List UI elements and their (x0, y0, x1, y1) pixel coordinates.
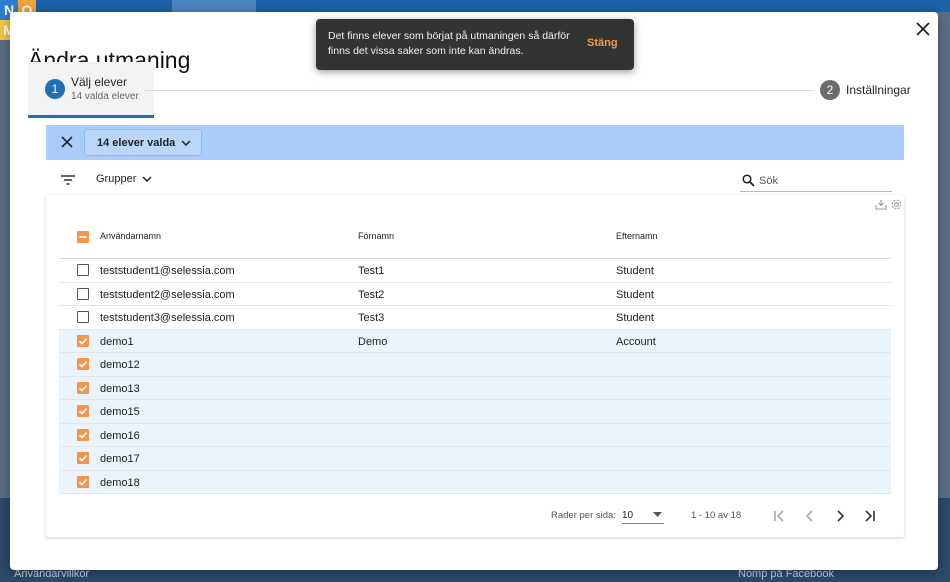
check-icon (78, 384, 88, 392)
column-header-firstname[interactable]: Förnamn (358, 231, 394, 241)
cell-firstname: Test1 (358, 265, 385, 277)
row-checkbox[interactable] (77, 381, 89, 394)
search-icon (742, 174, 755, 187)
table-row[interactable]: demo16 (59, 423, 891, 447)
search-input[interactable] (757, 173, 885, 188)
students-table: Användarnamn Förnamn Efternamn teststude… (59, 214, 891, 494)
search-field (740, 170, 892, 192)
rows-per-page-label: Rader per sida: (551, 510, 616, 521)
cell-username: demo1 (100, 335, 134, 348)
step-settings[interactable]: 2 Inställningar (820, 80, 911, 100)
close-icon[interactable] (912, 18, 934, 40)
row-checkbox[interactable] (77, 428, 89, 441)
table-row[interactable]: teststudent2@selessia.com Test2 Student (59, 283, 891, 306)
background-topbar (0, 0, 950, 12)
check-icon (78, 408, 88, 415)
table-row[interactable]: teststudent3@selessia.com Test3 Student (59, 306, 891, 330)
check-icon (78, 337, 88, 345)
table-row[interactable]: demo17 (59, 447, 891, 471)
table-row[interactable]: teststudent1@selessia.com Test1 Student (59, 259, 891, 283)
row-checkbox[interactable] (77, 475, 89, 488)
cell-lastname: Account (616, 335, 656, 348)
selection-bar: 14 elever valda (46, 125, 904, 160)
groups-dropdown[interactable]: Grupper (96, 173, 152, 185)
step-number-badge: 1 (45, 79, 65, 99)
column-header-username[interactable]: Användarnamn (100, 231, 161, 241)
step-number-badge: 2 (820, 80, 840, 100)
row-checkbox[interactable] (77, 452, 89, 464)
row-checkbox[interactable] (77, 311, 89, 323)
table-row[interactable]: demo1 Demo Account (59, 329, 891, 353)
cell-lastname: Student (616, 312, 654, 324)
chevron-down-icon (181, 139, 191, 146)
step-sublabel: 14 valda elever (71, 91, 139, 102)
groups-label: Grupper (96, 173, 137, 185)
table-toolbar (875, 199, 902, 210)
step-label: Välj elever (71, 75, 128, 89)
row-checkbox[interactable] (77, 287, 89, 300)
next-page-icon[interactable] (832, 508, 848, 524)
check-icon (78, 478, 88, 486)
row-checkbox[interactable] (77, 405, 89, 417)
cell-firstname: Demo (358, 335, 388, 348)
selected-students-dropdown[interactable]: 14 elever valda (84, 129, 202, 156)
cell-username: demo17 (100, 453, 140, 465)
cell-lastname: Student (616, 288, 654, 301)
stepper-connector (144, 90, 814, 91)
cell-lastname: Student (616, 265, 654, 277)
pagination: Rader per sida: 10 1 - 10 av 18 (46, 506, 904, 526)
cell-username: demo13 (100, 382, 140, 395)
check-icon (78, 455, 88, 462)
last-page-icon[interactable] (862, 508, 878, 524)
toast-close-button[interactable]: Stäng (587, 37, 618, 49)
students-table-card: Användarnamn Förnamn Efternamn teststude… (46, 195, 904, 537)
clear-selection-icon[interactable] (60, 135, 74, 149)
table-header-row: Användarnamn Förnamn Efternamn (59, 214, 891, 259)
gear-icon[interactable] (891, 199, 902, 210)
table-row[interactable]: demo15 (59, 400, 891, 424)
rows-per-page-select[interactable]: 10 (622, 506, 664, 524)
caret-down-icon (653, 512, 662, 517)
table-row[interactable]: demo13 (59, 376, 891, 400)
cell-username: demo15 (100, 406, 140, 418)
check-icon (78, 361, 88, 368)
selected-count-label: 14 elever valda (97, 136, 176, 149)
row-checkbox[interactable] (77, 264, 89, 276)
table-body: teststudent1@selessia.com Test1 Student tes… (59, 259, 891, 494)
select-all-checkbox[interactable] (77, 231, 89, 243)
cell-firstname: Test2 (358, 288, 385, 301)
rows-per-page-value: 10 (622, 510, 634, 521)
page-range: 1 - 10 av 18 (691, 510, 742, 521)
indeterminate-icon (79, 236, 87, 238)
chevron-down-icon (142, 176, 152, 182)
check-icon (78, 431, 88, 439)
table-row[interactable]: demo12 (59, 353, 891, 377)
column-header-lastname[interactable]: Efternamn (616, 231, 658, 241)
cell-username: teststudent2@selessia.com (100, 288, 235, 301)
cell-username: demo18 (100, 476, 140, 489)
background-tab-highlight (172, 0, 256, 12)
export-icon[interactable] (875, 199, 887, 210)
first-page-icon[interactable] (771, 508, 787, 524)
notification-toast: Det finns elever som börjat på utmaninge… (316, 19, 634, 70)
row-checkbox[interactable] (77, 358, 89, 370)
toast-message: Det finns elever som börjat på utmaninge… (328, 30, 570, 57)
edit-challenge-modal: Ändra utmaning 1 Välj elever 14 valda el… (10, 12, 938, 570)
cell-firstname: Test3 (358, 312, 385, 324)
cell-username: demo12 (100, 359, 140, 371)
cell-username: teststudent3@selessia.com (100, 312, 235, 324)
cell-username: demo16 (100, 429, 140, 442)
previous-page-icon[interactable] (802, 508, 818, 524)
row-checkbox[interactable] (77, 334, 89, 347)
step-choose-students[interactable]: 1 Välj elever 14 valda elever (28, 62, 154, 118)
cell-username: teststudent1@selessia.com (100, 265, 235, 277)
filter-icon[interactable] (60, 173, 76, 187)
table-row[interactable]: demo18 (59, 470, 891, 494)
step-label: Inställningar (846, 83, 911, 97)
